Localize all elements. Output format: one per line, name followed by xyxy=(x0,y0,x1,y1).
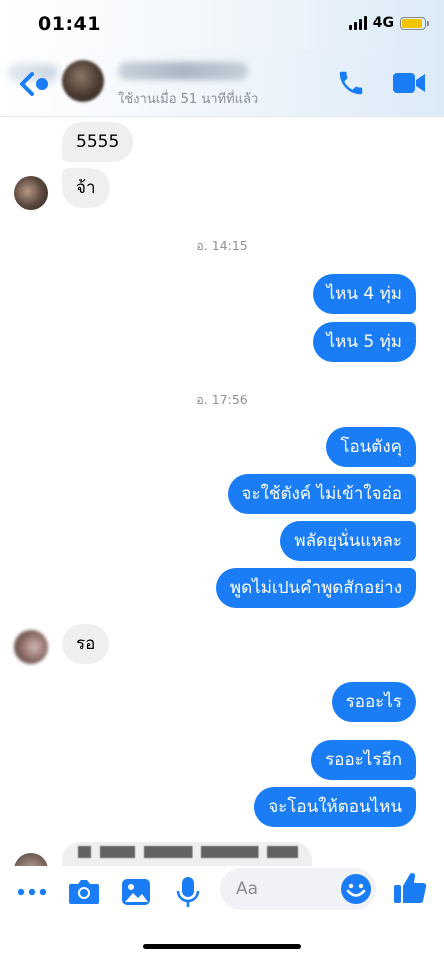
emoji-icon[interactable] xyxy=(340,873,372,905)
thumbs-up-icon[interactable] xyxy=(392,870,428,906)
conversation-header: ใช้งานเมื่อ 51 นาทีที่แล้ว xyxy=(0,50,444,117)
network-type: 4G xyxy=(372,15,394,31)
signal-icon xyxy=(348,16,367,30)
message-outgoing[interactable]: ไหน 5 ทุ่ม xyxy=(312,322,416,362)
message-input-placeholder: Aa xyxy=(236,879,259,899)
message-outgoing[interactable]: จะใช้ตังค์ ไม่เข้าใจอ่อ xyxy=(227,474,416,514)
more-icon[interactable] xyxy=(16,876,48,908)
message-outgoing[interactable]: พลัดยุนั่นแหละ xyxy=(280,521,416,561)
microphone-icon[interactable] xyxy=(172,876,204,908)
message-incoming[interactable]: รอ xyxy=(62,624,110,664)
message-outgoing[interactable]: พูดไม่เปนคำพูดสักอย่าง xyxy=(215,568,416,608)
message-incoming[interactable]: 5555 xyxy=(62,122,134,162)
video-camera-icon[interactable] xyxy=(392,70,426,96)
contact-avatar-small[interactable] xyxy=(14,176,48,210)
status-bar: 01:41 4G xyxy=(0,0,444,50)
contact-avatar[interactable] xyxy=(62,60,104,102)
message-outgoing[interactable]: ไหน 4 ทุ่ม xyxy=(312,274,416,314)
contact-name-blurred[interactable] xyxy=(118,62,248,80)
partial-message-text xyxy=(78,846,298,858)
home-indicator xyxy=(143,944,301,949)
status-time: 01:41 xyxy=(38,13,101,35)
battery-icon xyxy=(400,16,429,30)
timestamp: อ. 14:15 xyxy=(196,238,248,253)
status-icons: 4G xyxy=(348,15,429,31)
message-outgoing[interactable]: รออะไรอีก xyxy=(311,740,416,780)
message-outgoing[interactable]: รออะไร xyxy=(331,682,416,722)
back-chevron-icon[interactable] xyxy=(8,64,48,104)
message-outgoing[interactable]: จะโอนให้ตอนไหน xyxy=(254,787,416,827)
gallery-icon[interactable] xyxy=(120,876,152,908)
phone-icon[interactable] xyxy=(336,68,366,98)
camera-icon[interactable] xyxy=(68,876,100,908)
message-outgoing[interactable]: โอนตังคุ xyxy=(326,427,416,467)
message-incoming[interactable]: จ้า xyxy=(62,168,110,208)
contact-avatar-small[interactable] xyxy=(14,630,48,664)
timestamp: อ. 17:56 xyxy=(196,392,248,407)
last-active-status: ใช้งานเมื่อ 51 นาทีที่แล้ว xyxy=(118,92,259,107)
